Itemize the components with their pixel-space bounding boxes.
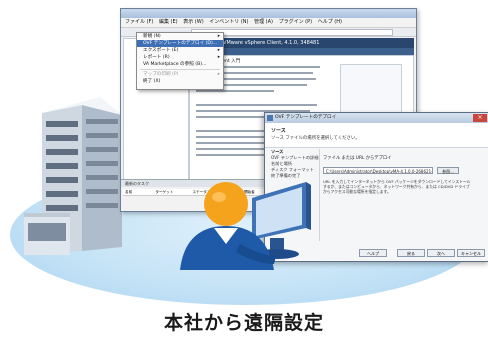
menu-item-exit[interactable]: 終了 (X)	[137, 78, 223, 85]
menu-file[interactable]: ファイル (F)	[125, 19, 153, 25]
menu-item-label: VA Marketplace の参照 (B)...	[143, 62, 207, 67]
menu-item-export[interactable]: エクスポート (E) ▸	[137, 47, 223, 54]
dialog-section-title: ソース	[271, 128, 286, 134]
dialog-buttons: ヘルプ 戻る 次へ キャンセル	[359, 249, 485, 257]
remote-config-illustration: ファイル (F) 編集 (E) 表示 (W) インベントリ (N) 管理 (A)…	[0, 0, 488, 340]
menu-item-label: 終了 (X)	[143, 79, 161, 84]
menu-item-label: 新規 (N)	[143, 34, 161, 39]
menu-inventory[interactable]: インベントリ (N)	[209, 19, 248, 25]
menu-item-deploy-ovf[interactable]: OVF テンプレートのデプロイ (D)...	[137, 40, 223, 47]
menu-item-print-maps[interactable]: マップの印刷 (P) ▸	[137, 71, 223, 78]
app-icon	[267, 115, 273, 121]
menu-view[interactable]: 表示 (W)	[183, 19, 203, 25]
menu-item-label: OVF テンプレートのデプロイ (D)...	[143, 41, 218, 46]
submenu-arrow-icon: ▸	[217, 34, 220, 39]
col-name[interactable]: 名前	[125, 190, 132, 194]
dialog-title: OVF テンプレートのデプロイ	[275, 115, 337, 120]
submenu-arrow-icon: ▸	[217, 72, 220, 77]
close-icon[interactable]: ×	[473, 114, 487, 122]
menu-admin[interactable]: 管理 (A)	[254, 19, 273, 25]
submenu-arrow-icon: ▸	[217, 55, 220, 60]
dialog-header: ソース ソース ファイルの場所を選択してください。	[265, 123, 488, 148]
menu-item-new[interactable]: 新規 (N) ▸	[137, 33, 223, 40]
back-button[interactable]: 戻る	[397, 249, 425, 257]
menu-help[interactable]: ヘルプ (H)	[318, 19, 342, 25]
next-button[interactable]: 次へ	[427, 249, 455, 257]
url-label: ファイル または URL からデプロイ	[323, 156, 392, 161]
menu-item-label: マップの印刷 (P)	[143, 72, 179, 77]
menu-item-label: エクスポート (E)	[143, 48, 179, 53]
caption: 本社から遠隔設定	[163, 312, 324, 334]
dialog-subtitle: ソース ファイルの場所を選択してください。	[271, 136, 360, 141]
office-building-icon	[24, 97, 122, 255]
menu-bar: ファイル (F) 編集 (E) 表示 (W) インベントリ (N) 管理 (A)…	[121, 18, 416, 28]
menu-item-label: レポート (R)	[143, 55, 170, 60]
file-menu-dropdown: 新規 (N) ▸ OVF テンプレートのデプロイ (D)... エクスポート (E…	[136, 32, 224, 90]
browse-button[interactable]: 参照...	[437, 167, 459, 174]
menu-item-report[interactable]: レポート (R) ▸	[137, 54, 223, 61]
submenu-arrow-icon: ▸	[217, 48, 220, 53]
menu-separator	[140, 69, 220, 70]
window-titlebar	[121, 9, 416, 18]
menu-edit[interactable]: 編集 (E)	[159, 19, 178, 25]
operator-person-icon	[180, 182, 311, 270]
dialog-titlebar: OVF テンプレートのデプロイ ×	[265, 113, 488, 123]
menu-plugins[interactable]: プラグイン (P)	[279, 19, 313, 25]
help-button[interactable]: ヘルプ	[359, 249, 387, 257]
menu-item-marketplace[interactable]: VA Marketplace の参照 (B)...	[137, 61, 223, 68]
cancel-button[interactable]: キャンセル	[457, 249, 485, 257]
